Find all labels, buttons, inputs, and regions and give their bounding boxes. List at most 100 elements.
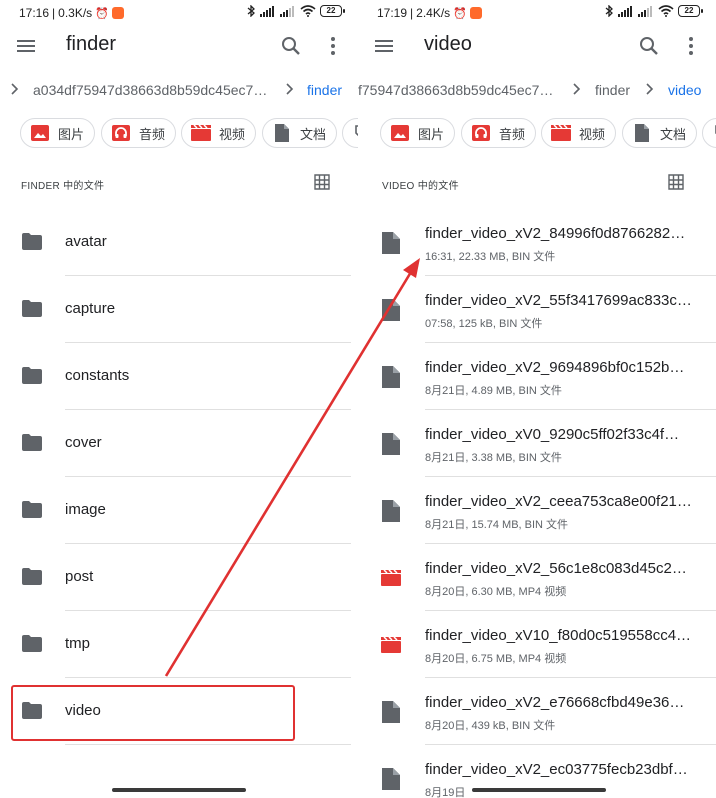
app-notification-icon	[469, 7, 482, 19]
alarm-icon: ⏰	[95, 7, 109, 20]
menu-icon[interactable]	[374, 36, 394, 56]
breadcrumb-item[interactable]: finder	[595, 82, 630, 98]
folder-row[interactable]: tmp	[0, 611, 358, 678]
file-row[interactable]: finder_video_xV10_f80d0c519558cc4… 8月20日,…	[358, 611, 716, 678]
video-file-icon	[381, 637, 401, 653]
folder-icon	[22, 434, 42, 451]
file-row[interactable]: finder_video_xV2_ceea753ca8e00f21… 8月21日,…	[358, 477, 716, 544]
app-notification-icon	[111, 7, 124, 19]
folder-list: avatar capture constants cover image post tmp v…	[0, 209, 358, 745]
file-meta: 07:58, 125 kB, BIN 文件	[425, 318, 543, 330]
status-time: 17:16	[19, 6, 50, 20]
file-name: finder_video_xV2_56c1e8c083d45c2…	[425, 560, 687, 577]
chip-label: 视频	[579, 126, 606, 142]
folder-row[interactable]: avatar	[0, 209, 358, 276]
alarm-icon: ⏰	[453, 7, 467, 20]
more-options-icon[interactable]	[322, 35, 344, 57]
folder-icon	[22, 233, 42, 250]
headphones-icon	[111, 124, 131, 142]
chevron-right-icon	[573, 83, 581, 95]
document-icon	[272, 124, 292, 142]
file-name: finder_video_xV2_84996f0d8766282…	[425, 225, 686, 242]
page-title: finder	[66, 33, 117, 55]
breadcrumb-item[interactable]: a034df75947d38663d8b59dc45ec7…	[33, 82, 267, 98]
folder-row[interactable]: post	[0, 544, 358, 611]
chip-images[interactable]: 图片	[380, 118, 456, 148]
search-icon[interactable]	[280, 35, 302, 57]
chip-audio[interactable]: 音频	[461, 118, 537, 148]
category-chips: 图片 音频 视频 文档	[0, 112, 358, 154]
file-row[interactable]: finder_video_xV2_9694896bf0c152b… 8月21日, …	[358, 343, 716, 410]
image-icon	[390, 124, 410, 142]
signal-icon	[280, 5, 296, 17]
chip-more[interactable]	[342, 118, 358, 148]
file-meta: 8月21日, 15.74 MB, BIN 文件	[425, 519, 569, 531]
chip-label: 视频	[219, 126, 246, 142]
file-meta: 8月20日, 6.75 MB, MP4 视频	[425, 653, 567, 665]
file-meta: 8月21日, 4.89 MB, BIN 文件	[425, 385, 562, 397]
breadcrumb: a034df75947d38663d8b59dc45ec7… finder	[0, 72, 358, 108]
app-bar: finder	[0, 26, 358, 66]
file-row[interactable]: finder_video_xV2_55f3417699ac833c… 07:58,…	[358, 276, 716, 343]
bluetooth-icon	[247, 5, 256, 17]
chip-label: 文档	[660, 126, 687, 142]
home-indicator[interactable]	[112, 788, 246, 792]
bluetooth-icon	[605, 5, 614, 17]
file-row[interactable]: finder_video_xV2_e76668cfbd49e36… 8月20日, …	[358, 678, 716, 745]
folder-row[interactable]: constants	[0, 343, 358, 410]
breadcrumb-item-current[interactable]: finder	[307, 82, 342, 98]
home-indicator[interactable]	[472, 788, 606, 792]
file-row[interactable]: finder_video_xV2_56c1e8c083d45c2… 8月20日, …	[358, 544, 716, 611]
file-name: finder_video_xV0_9290c5ff02f33c4f…	[425, 426, 680, 443]
chip-videos[interactable]: 视频	[181, 118, 257, 148]
video-file-icon	[381, 570, 401, 586]
signal-icon	[618, 5, 634, 17]
file-icon	[382, 500, 400, 522]
chip-videos[interactable]: 视频	[541, 118, 617, 148]
battery-icon: 22	[320, 5, 345, 17]
chip-audio[interactable]: 音频	[101, 118, 177, 148]
file-row[interactable]: finder_video_xV0_9290c5ff02f33c4f… 8月21日,…	[358, 410, 716, 477]
file-meta: 8月20日, 6.30 MB, MP4 视频	[425, 586, 567, 598]
file-icon	[382, 366, 400, 388]
signal-icon	[260, 5, 276, 17]
chip-label: 音频	[499, 126, 526, 142]
app-bar: video	[358, 26, 716, 66]
wifi-icon	[300, 5, 316, 17]
folder-name: image	[65, 501, 106, 518]
file-icon	[382, 701, 400, 723]
chip-documents[interactable]: 文档	[262, 118, 338, 148]
chip-label: 图片	[418, 126, 445, 142]
file-meta: 8月21日, 3.38 MB, BIN 文件	[425, 452, 562, 464]
grid-view-icon[interactable]	[668, 174, 684, 190]
chevron-right-icon	[286, 83, 294, 95]
folder-row[interactable]: image	[0, 477, 358, 544]
grid-view-icon[interactable]	[314, 174, 330, 190]
breadcrumb-item[interactable]: f75947d38663d8b59dc45ec7…	[358, 82, 553, 98]
left-screen: 17:16 | 0.3K/s ⏰ 22 finder a034df75947d3…	[0, 0, 358, 798]
chevron-right-icon	[11, 83, 19, 95]
file-row[interactable]: finder_video_xV2_84996f0d8766282… 16:31, …	[358, 209, 716, 276]
chip-more[interactable]	[702, 118, 716, 148]
chip-label: 音频	[139, 126, 166, 142]
file-icon	[382, 299, 400, 321]
folder-row[interactable]: cover	[0, 410, 358, 477]
chip-documents[interactable]: 文档	[622, 118, 698, 148]
breadcrumb-item-current[interactable]: video	[668, 82, 701, 98]
file-meta: 8月19日	[425, 787, 466, 798]
chip-images[interactable]: 图片	[20, 118, 96, 148]
folder-icon	[22, 635, 42, 652]
document-icon	[632, 124, 652, 142]
file-name: finder_video_xV2_55f3417699ac833c…	[425, 292, 692, 309]
divider	[65, 744, 351, 745]
folder-row[interactable]: capture	[0, 276, 358, 343]
search-icon[interactable]	[638, 35, 660, 57]
section-header: FINDER 中的文件	[0, 172, 358, 194]
right-screen: 17:19 | 2.4K/s ⏰ 22 video f75947d38663d8…	[358, 0, 716, 798]
category-chips: 图片 音频 视频 文档	[358, 112, 716, 154]
tag-icon	[712, 124, 716, 142]
folder-name: tmp	[65, 635, 91, 652]
file-meta: 16:31, 22.33 MB, BIN 文件	[425, 251, 556, 263]
menu-icon[interactable]	[16, 36, 36, 56]
more-options-icon[interactable]	[680, 35, 702, 57]
